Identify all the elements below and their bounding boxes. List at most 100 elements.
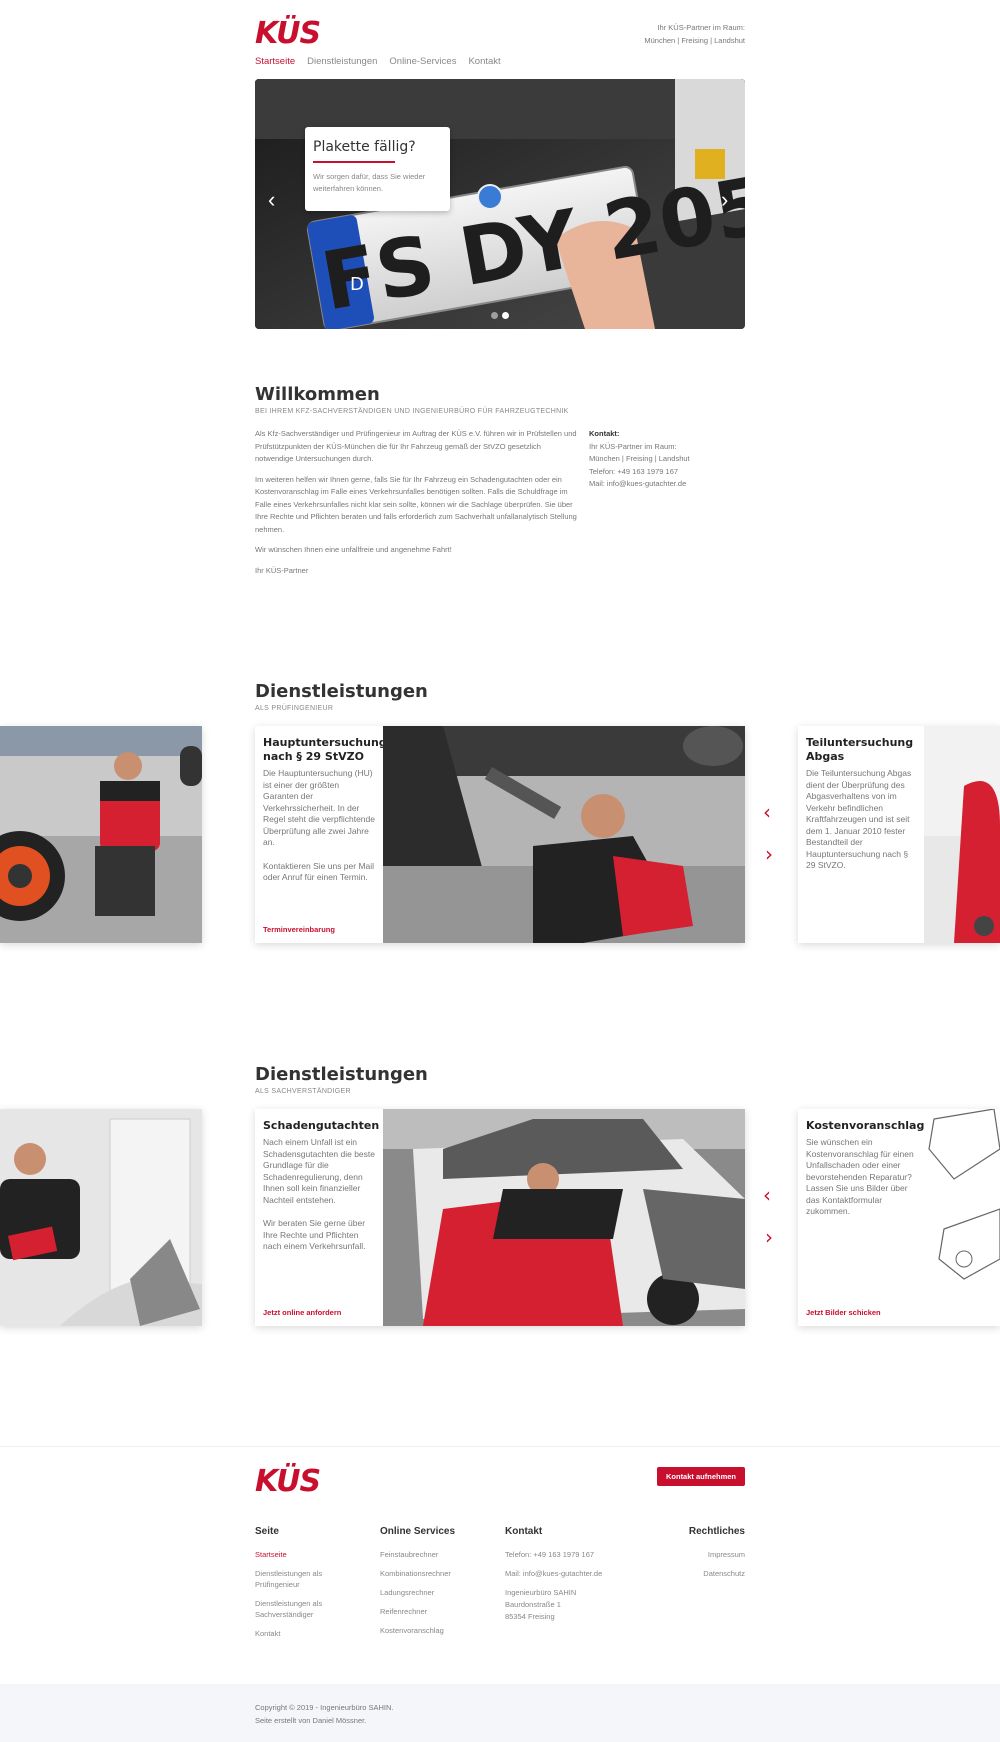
- footer-link-feinstaubrechner[interactable]: Feinstaubrechner: [380, 1549, 490, 1560]
- footer-logo[interactable]: KÜS: [255, 1464, 321, 1499]
- footer-phone[interactable]: Telefon: +49 163 1979 167: [505, 1549, 635, 1560]
- footer-link-kombinationsrechner[interactable]: Kombinationsrechner: [380, 1568, 490, 1579]
- services-sach-next-arrow[interactable]: ›: [765, 1225, 773, 1249]
- footer-col-online-title: Online Services: [380, 1526, 456, 1537]
- nav-startseite[interactable]: Startseite: [255, 56, 295, 67]
- credit-text: Seite erstellt von Daniel Mössner.: [255, 1715, 367, 1725]
- copyright-block: Copyright © 2019 - Ingenieurbüro SAHIN. …: [255, 1702, 394, 1727]
- service-card-teiluntersuchung[interactable]: Teiluntersuchung Abgas Die Teiluntersuch…: [798, 726, 1000, 943]
- service-image-mechanic-under-car: [383, 726, 745, 943]
- service-card-text-2: Schadengutachten Nach einem Unfall ist e…: [255, 1109, 383, 1326]
- welcome-paragraph-2: Im weiteren helfen wir Ihnen gerne, fall…: [255, 474, 577, 534]
- service-card-kostenvoranschlag[interactable]: Kostenvoranschlag Sie wünschen ein Koste…: [798, 1109, 1000, 1326]
- service-description-right: Die Teiluntersuchung Abgas dient der Übe…: [806, 768, 912, 870]
- contact-heading: Kontakt:: [589, 429, 620, 438]
- footer-link-pruefingenieur[interactable]: Dienstleistungen als Prüfingenieur: [255, 1568, 365, 1590]
- contact-line-2: München | Freising | Landshut: [589, 454, 690, 463]
- kontakt-aufnehmen-button[interactable]: Kontakt aufnehmen: [657, 1467, 745, 1486]
- footer-col-online-services: Online Services Feinstaubrechner Kombina…: [380, 1526, 490, 1644]
- partner-line-1: Ihr KÜS-Partner im Raum:: [657, 23, 745, 32]
- services-sach-kicker: ALS SACHVERSTÄNDIGER: [255, 1088, 351, 1095]
- hero-prev-arrow[interactable]: ‹: [268, 187, 275, 213]
- footer-col-seite: Seite Startseite Dienstleistungen als Pr…: [255, 1526, 365, 1647]
- service-title: Hauptuntersuchung nach § 29 StVZO: [263, 736, 387, 763]
- footer-link-reifenrechner[interactable]: Reifenrechner: [380, 1606, 490, 1617]
- footer-address-company: Ingenieurbüro SAHIN: [505, 1588, 577, 1597]
- hero-next-arrow[interactable]: ›: [721, 187, 728, 213]
- footer-address-street: Baurdonstraße 1: [505, 1600, 561, 1609]
- nav-online-services[interactable]: Online-Services: [389, 56, 456, 67]
- service-card-hauptuntersuchung: Hauptuntersuchung nach § 29 StVZO Die Ha…: [255, 726, 745, 943]
- service-title-2: Schadengutachten: [263, 1119, 380, 1132]
- services-pruef-prev-arrow[interactable]: ‹: [763, 800, 771, 824]
- hero-caption: Plakette fällig? Wir sorgen dafür, dass …: [305, 127, 450, 211]
- footer-link-sachverstaendiger[interactable]: Dienstleistungen als Sachverständiger: [255, 1598, 365, 1620]
- welcome-kicker: BEI IHREM KFZ-SACHVERSTÄNDIGEN UND INGEN…: [255, 408, 569, 415]
- copyright-text: Copyright © 2019 - Ingenieurbüro SAHIN.: [255, 1703, 394, 1712]
- welcome-contact: Kontakt: Ihr KÜS-Partner im Raum: Münche…: [589, 428, 749, 491]
- partner-line-2: München | Freising | Landshut: [644, 36, 745, 45]
- terminvereinbarung-link[interactable]: Terminvereinbarung: [263, 925, 335, 934]
- footer-divider: [0, 1446, 1000, 1447]
- welcome-body: Als Kfz-Sachverständiger und Prüfingenie…: [255, 428, 580, 577]
- contact-mail[interactable]: Mail: info@kues-gutachter.de: [589, 478, 749, 491]
- service-description: Die Hauptuntersuchung (HU) ist einer der…: [263, 768, 375, 847]
- footer-link-datenschutz[interactable]: Datenschutz: [665, 1568, 745, 1579]
- main-nav: Startseite Dienstleistungen Online-Service…: [255, 56, 513, 67]
- plate-country-code: D: [350, 274, 364, 295]
- hero-dot-2[interactable]: [502, 312, 509, 319]
- service-card-text-right-2: Kostenvoranschlag Sie wünschen ein Koste…: [798, 1109, 924, 1326]
- footer-address-city: 85354 Freising: [505, 1612, 555, 1621]
- service-card-prev-peek[interactable]: [0, 726, 202, 943]
- service-description-4: Wir beraten Sie gerne über Ihre Rechte u…: [263, 1218, 366, 1251]
- footer-link-kostenvoranschlag[interactable]: Kostenvoranschlag: [380, 1625, 490, 1636]
- service-image-expert-clipboard: [0, 1109, 202, 1326]
- welcome-paragraph-1: Als Kfz-Sachverständiger und Prüfingenie…: [255, 429, 577, 463]
- footer-bottom-bar: Copyright © 2019 - Ingenieurbüro SAHIN. …: [0, 1684, 1000, 1742]
- footer-link-impressum[interactable]: Impressum: [665, 1549, 745, 1560]
- service-image-exhaust-check: [924, 726, 1000, 943]
- footer-link-kontakt[interactable]: Kontakt: [255, 1628, 365, 1639]
- footer-col-rechtliches: Rechtliches Impressum Datenschutz: [665, 1526, 745, 1587]
- jetzt-online-anfordern-link[interactable]: Jetzt online anfordern: [263, 1308, 341, 1317]
- footer-col-rechtliches-title: Rechtliches: [688, 1526, 745, 1537]
- services-pruef-kicker: ALS PRÜFINGENIEUR: [255, 705, 334, 712]
- footer-link-startseite[interactable]: Startseite: [255, 1549, 365, 1560]
- service-card-prev-peek-2[interactable]: [0, 1109, 202, 1326]
- service-title-right: Teiluntersuchung Abgas: [806, 736, 914, 763]
- service-card-schadengutachten: Schadengutachten Nach einem Unfall ist e…: [255, 1109, 745, 1326]
- footer-col-kontakt: Kontakt Telefon: +49 163 1979 167 Mail: …: [505, 1526, 635, 1630]
- contact-line-1: Ihr KÜS-Partner im Raum:: [589, 441, 677, 451]
- nav-kontakt[interactable]: Kontakt: [468, 56, 500, 67]
- welcome-title: Willkommen: [255, 384, 380, 405]
- hero-pagination: [489, 312, 511, 321]
- service-image-tire-check: [0, 726, 202, 943]
- welcome-paragraph-3: Wir wünschen Ihnen eine unfallfreie und …: [255, 545, 452, 554]
- hero-dot-1[interactable]: [491, 312, 498, 319]
- footer-col-seite-title: Seite: [255, 1526, 279, 1537]
- header-partner-info: Ihr KÜS-Partner im Raum: München | Freis…: [600, 21, 745, 47]
- services-pruef-title: Dienstleistungen: [255, 681, 428, 702]
- services-sach-prev-arrow[interactable]: ‹: [763, 1183, 771, 1207]
- footer-col-kontakt-title: Kontakt: [505, 1526, 543, 1537]
- nav-dienstleistungen[interactable]: Dienstleistungen: [307, 56, 377, 67]
- service-card-text-right: Teiluntersuchung Abgas Die Teiluntersuch…: [798, 726, 924, 882]
- hero-slider: FS DY 205 D Plakette fällig? Wir sorgen …: [255, 79, 745, 329]
- footer-mail[interactable]: Mail: info@kues-gutachter.de: [505, 1568, 635, 1579]
- hero-caption-text: Wir sorgen dafür, dass Sie wieder weiter…: [313, 172, 426, 193]
- service-image-damaged-car: [383, 1109, 745, 1326]
- service-description-3: Nach einem Unfall ist ein Schadensgutach…: [263, 1137, 376, 1205]
- services-sach-title: Dienstleistungen: [255, 1064, 428, 1085]
- services-pruef-next-arrow[interactable]: ›: [765, 842, 773, 866]
- kues-logo[interactable]: KÜS: [255, 16, 321, 51]
- contact-phone[interactable]: Telefon: +49 163 1979 167: [589, 466, 749, 479]
- hero-caption-underline: [313, 161, 395, 163]
- service-description-right-2: Sie wünschen ein Kostenvoranschlag für e…: [806, 1137, 914, 1216]
- service-card-text: Hauptuntersuchung nach § 29 StVZO Die Ha…: [255, 726, 387, 943]
- footer-link-ladungsrechner[interactable]: Ladungsrechner: [380, 1587, 490, 1598]
- service-description-2: Kontaktieren Sie uns per Mail oder Anruf…: [263, 860, 375, 883]
- jetzt-bilder-schicken-link[interactable]: Jetzt Bilder schicken: [806, 1308, 881, 1317]
- service-title-right-2: Kostenvoranschlag: [806, 1119, 925, 1132]
- service-image-car-sketch: [924, 1109, 1000, 1326]
- hero-caption-title: Plakette fällig?: [313, 139, 416, 155]
